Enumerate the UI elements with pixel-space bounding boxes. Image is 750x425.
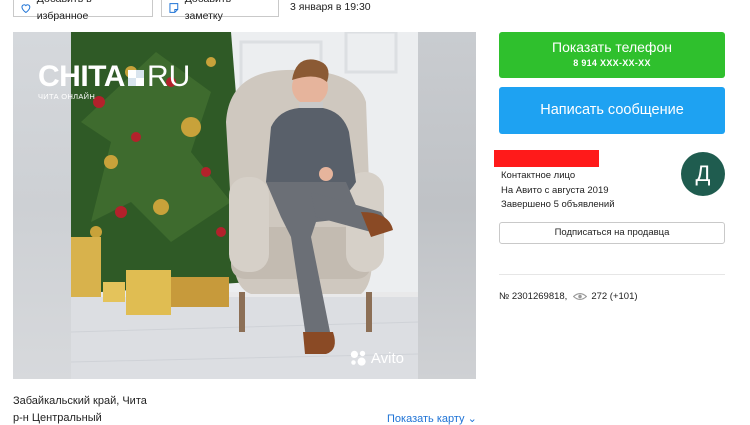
watermark-title: CHITA [38, 60, 125, 93]
avito-logo-icon [350, 350, 366, 366]
seller-info: Контактное лицо На Авито с августа 2019 … [501, 169, 615, 213]
add-to-favorites-label: Добавить в избранное [36, 0, 92, 22]
show-map-label: Показать карту [387, 413, 465, 425]
chevron-down-icon: ⌄ [467, 413, 477, 425]
divider [499, 274, 725, 275]
eye-icon [573, 293, 588, 300]
avito-watermark: Avito [349, 349, 404, 367]
add-to-favorites-button[interactable]: Добавить в избранное [13, 0, 153, 22]
watermark-tld: RU [146, 60, 191, 93]
seller-role: Контактное лицо [501, 170, 576, 181]
write-message-button[interactable]: Написать сообщение [499, 87, 725, 134]
ad-number: № 2301269818, [499, 291, 568, 302]
add-note-button[interactable]: Добавить заметку [161, 0, 279, 22]
seller-avatar[interactable]: Д [681, 152, 725, 196]
show-map-link[interactable]: Показать карту ⌄ [387, 412, 477, 425]
location-region: Забайкальский край, Чита [13, 395, 147, 407]
listing-photo[interactable]: CHITA RU ЧИТА ОНЛАЙН Avito [13, 32, 476, 379]
seller-since: На Авито с августа 2019 [501, 184, 609, 196]
watermark-subtitle: ЧИТА ОНЛАЙН [38, 92, 96, 101]
show-phone-button[interactable]: Показать телефон 8 914 XXX-XX-XX [499, 32, 725, 78]
heart-icon [21, 4, 31, 13]
subscribe-seller-button[interactable]: Подписаться на продавца [499, 222, 725, 244]
seller-name-redacted [494, 150, 599, 167]
watermark-square-icon [127, 70, 144, 86]
location-district: р-н Центральный [13, 412, 102, 424]
photo-blur-right [418, 32, 476, 379]
ad-views: 272 (+101) [591, 291, 638, 302]
chita-ru-watermark: CHITA RU ЧИТА ОНЛАЙН [38, 62, 190, 102]
add-note-label: Добавить заметку [184, 0, 231, 22]
watermark-logo: CHITA RU [38, 62, 190, 92]
note-icon [169, 3, 179, 13]
ad-meta: № 2301269818, 272 (+101) [499, 291, 638, 302]
publish-date: 3 января в 19:30 [290, 1, 371, 13]
show-phone-label: Показать телефон [552, 39, 672, 55]
avito-label: Avito [370, 349, 404, 367]
seller-completed-ads: Завершено 5 объявлений [501, 199, 615, 210]
phone-masked: 8 914 XXX-XX-XX [573, 58, 651, 68]
